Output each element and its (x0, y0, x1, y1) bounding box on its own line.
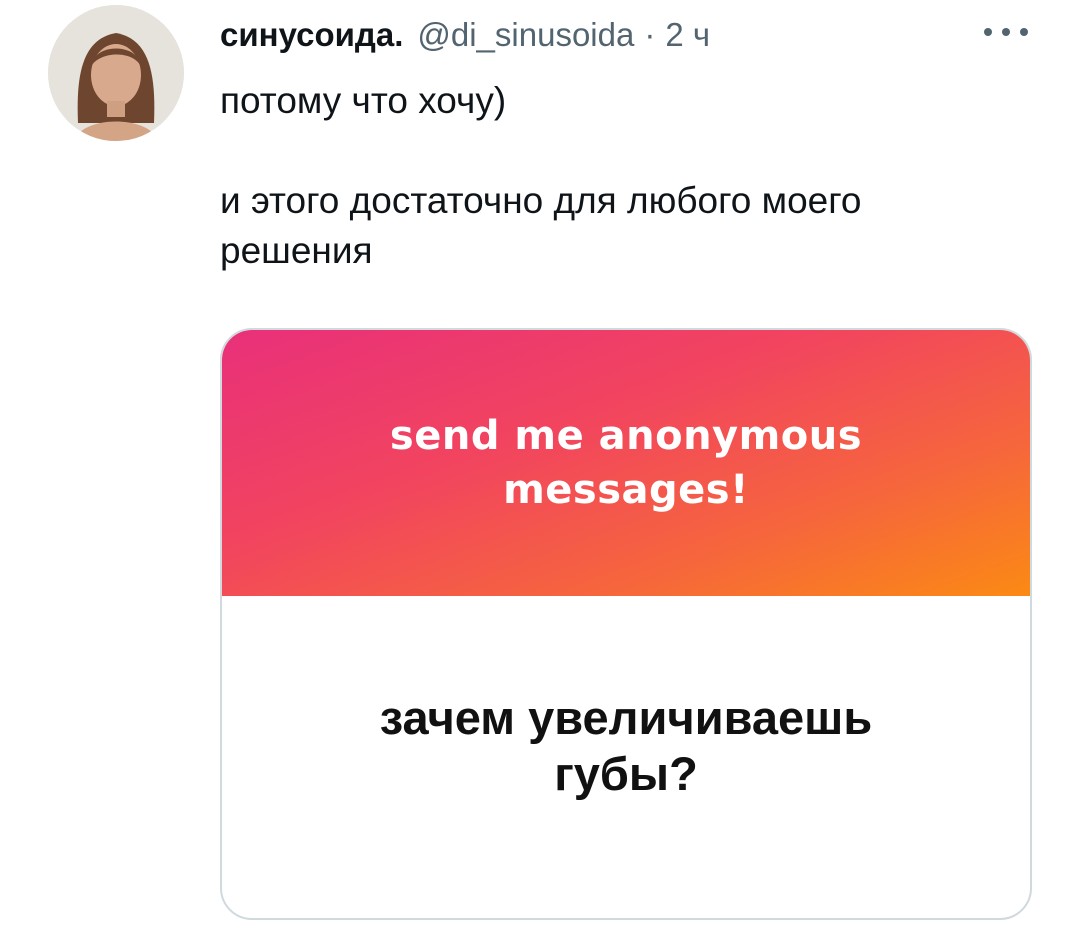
author-avatar[interactable] (48, 5, 184, 141)
tweet-text-line: потому что хочу) (220, 80, 507, 121)
author-display-name[interactable]: синусоида. (220, 16, 403, 54)
banner-text-line: send me anonymous (389, 413, 863, 459)
tweet-header: синусоида. @di_sinusoida · 2 ч (220, 12, 710, 58)
author-handle[interactable]: @di_sinusoida (417, 16, 634, 54)
tweet-timestamp[interactable]: 2 ч (665, 16, 710, 54)
tweet-text: потому что хочу) и этого достаточно для … (220, 76, 1020, 276)
more-horizontal-icon[interactable] (984, 20, 1028, 44)
tweet-text-line: и этого достаточно для любого моего (220, 180, 862, 221)
avatar-image (48, 5, 184, 141)
question-text: зачем увеличиваешь губы? (380, 690, 872, 802)
question-text-line: зачем увеличиваешь (379, 691, 873, 744)
tweet-media-image[interactable]: send me anonymous messages! зачем увелич… (220, 328, 1032, 920)
separator-dot: · (644, 16, 656, 53)
anonymous-messages-banner: send me anonymous messages! (222, 330, 1030, 596)
tweet-text-line: решения (220, 230, 373, 271)
question-text-line: губы? (554, 747, 698, 800)
banner-text-line: messages! (503, 467, 749, 513)
question-card: зачем увеличиваешь губы? (222, 596, 1030, 918)
